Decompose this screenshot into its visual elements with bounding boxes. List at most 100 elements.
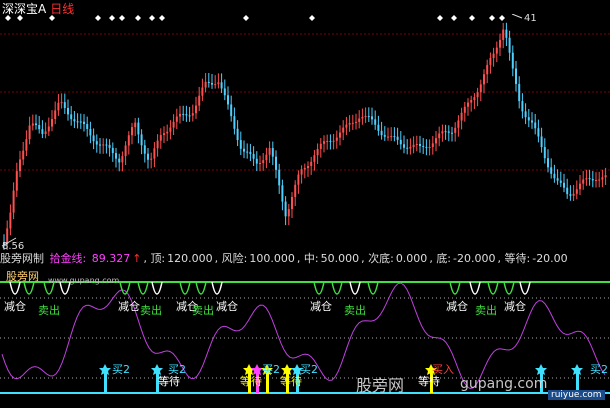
candle-body — [550, 167, 553, 174]
candle-body — [326, 140, 329, 142]
candle-body — [559, 180, 562, 183]
candle-body — [278, 169, 281, 186]
candle-body — [54, 110, 57, 120]
candle-body — [335, 137, 338, 141]
sell-arc — [503, 281, 515, 295]
candle-body — [115, 153, 117, 159]
candle-body — [9, 212, 12, 229]
candle-body — [486, 64, 489, 75]
candle-body — [195, 105, 197, 114]
candle-body — [316, 148, 319, 156]
candle-body — [409, 146, 412, 149]
candle-body — [419, 144, 421, 146]
param-label: 中: — [303, 252, 319, 265]
candle-body — [508, 37, 511, 53]
signal-sell: 卖出 — [344, 304, 366, 317]
signal-buy2: 买2 — [300, 363, 318, 376]
param-value: 100.000 — [249, 252, 295, 265]
candle-body — [447, 131, 450, 133]
url-watermark: www.gupang.com — [48, 276, 120, 285]
candle-body — [377, 124, 380, 131]
signal-reduce: 减仓 — [118, 300, 140, 313]
candle-body — [579, 183, 581, 190]
candle-body — [294, 184, 297, 197]
candle-body — [374, 119, 377, 125]
candle-body — [79, 121, 82, 123]
brand-watermark-large: 股旁网 — [356, 376, 405, 395]
signal-reduce: 减仓 — [4, 300, 26, 313]
candle-body — [431, 143, 434, 147]
candle-body — [169, 127, 172, 132]
candle-body — [281, 185, 284, 202]
candle-body — [150, 158, 153, 160]
sell-arc — [367, 281, 379, 295]
candle-body — [127, 135, 130, 146]
param-value: 0.000 — [395, 252, 428, 265]
high-pointer — [511, 14, 523, 19]
candle-body — [553, 173, 556, 179]
candle-body — [569, 194, 572, 196]
candle-body — [425, 146, 428, 148]
candle-body — [300, 169, 303, 175]
candle-body — [291, 196, 293, 210]
candle-body — [598, 179, 601, 181]
candle-body — [207, 81, 210, 83]
candle-body — [166, 131, 169, 134]
candle-body — [393, 136, 396, 138]
candle-body — [441, 131, 444, 134]
candle-body — [460, 112, 463, 121]
sell-arc — [349, 281, 361, 295]
candle-body — [95, 141, 98, 145]
candle-body — [25, 139, 28, 151]
candle-body — [489, 58, 492, 65]
candle-body — [396, 136, 399, 140]
candle-body — [521, 101, 524, 112]
param-value: -20.00 — [532, 252, 568, 265]
candle-body — [198, 95, 201, 106]
candle-body — [454, 127, 457, 133]
candle-body — [415, 144, 418, 146]
param-value: 120.000 — [167, 252, 213, 265]
param-label: 等待: — [504, 252, 531, 265]
candle-body — [51, 119, 53, 127]
candle-body — [515, 68, 517, 84]
candle-body — [387, 136, 389, 138]
candle-body — [223, 88, 226, 96]
candle-body — [35, 123, 37, 126]
candle-body — [518, 83, 521, 102]
candle-body — [534, 122, 537, 129]
candle-body — [140, 134, 143, 146]
candlestick-chart[interactable] — [0, 14, 610, 250]
candle-body — [591, 179, 594, 181]
signal-marker-icon — [95, 15, 101, 21]
candle-body — [383, 135, 386, 137]
candle-body — [102, 144, 105, 146]
candle-body — [323, 141, 325, 144]
param-label: 顶: — [150, 252, 166, 265]
candle-body — [604, 175, 607, 178]
candle-body — [403, 144, 405, 148]
candle-body — [179, 113, 181, 117]
candle-body — [505, 29, 508, 38]
candle-body — [19, 159, 21, 172]
candle-body — [307, 166, 309, 168]
candle-body — [572, 193, 575, 196]
candle-body — [252, 154, 255, 159]
candle-body — [601, 177, 604, 180]
param-label: 次底: — [368, 252, 394, 265]
url-watermark-large: gupang.com — [460, 376, 548, 392]
candle-body — [348, 123, 351, 125]
candle-body — [246, 151, 249, 153]
candle-body — [268, 148, 271, 155]
candle-body — [412, 144, 415, 147]
signal-marker-icon — [451, 15, 457, 21]
candle-body — [563, 182, 565, 188]
candle-body — [188, 115, 191, 117]
candle-body — [345, 124, 348, 128]
signal-wait: 等待 — [280, 375, 302, 388]
param-label: 底: — [436, 252, 452, 265]
candle-body — [265, 154, 268, 161]
param-label: 风险: — [221, 252, 248, 265]
candle-body — [153, 148, 156, 159]
sell-arc — [469, 281, 481, 295]
